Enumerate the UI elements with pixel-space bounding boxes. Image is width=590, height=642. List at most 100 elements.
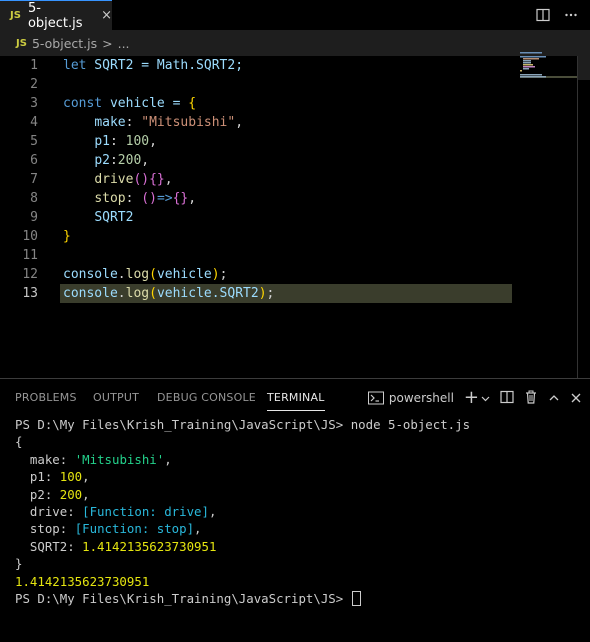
output-key: make: [15,451,75,467]
tab-debug-console[interactable]: DEBUG CONSOLE [157,379,256,417]
object: console [63,286,118,301]
breadcrumb: JS 5-object.js > ... [0,30,590,56]
chevron-right-icon: > [102,35,113,51]
terminal-line: 1.4142135623730951 [15,573,585,590]
paren: ( [149,267,157,282]
tab-problems[interactable]: PROBLEMS [15,379,77,417]
close-icon[interactable] [570,389,582,408]
breadcrumb-more[interactable]: ... [118,36,130,51]
code-line-2: 2 [0,75,520,94]
line-number: 1 [30,58,38,73]
punct: ; [219,267,228,282]
code-line-13: 13 console.log(vehicle.SQRT2); [0,284,520,303]
chevron-up-icon[interactable] [548,389,560,408]
tab-terminal[interactable]: TERMINAL [267,379,325,417]
keyword: const [63,96,103,111]
punct: ; [266,286,275,301]
breadcrumb-file[interactable]: 5-object.js [32,36,97,51]
panel-tabs: PROBLEMS OUTPUT DEBUG CONSOLE TERMINAL p… [0,379,590,417]
output-function: [Function: stop] [74,521,195,537]
scrollbar-thumb[interactable] [578,56,590,80]
line-number: 9 [30,210,38,225]
shell-label: powershell [388,391,454,405]
output-text: , [208,503,217,519]
property: make [94,115,126,130]
brace: { [188,96,197,111]
paren: ( [149,286,157,301]
tab-5-object-js[interactable]: JS 5-object.js × [0,0,112,31]
argument: vehicle [156,267,212,282]
terminal-output[interactable]: PS D:\My Files\Krish_Training\JavaScript… [15,416,585,607]
output-number: 1.4142135623730951 [82,538,217,554]
property: p1 [94,134,110,149]
terminal-selector[interactable]: powershell [367,391,454,405]
line-number: 8 [30,191,38,206]
js-file-icon: JS [16,37,27,49]
line-number: 3 [30,96,38,111]
output-key: p1: [15,469,60,485]
arrow: => [156,191,173,206]
line-number: 6 [30,153,38,168]
more-actions-icon[interactable] [564,8,578,22]
split-terminal-icon[interactable] [500,389,514,408]
terminal-line: make: 'Mitsubishi', [15,451,585,468]
function-name: log [125,286,150,301]
terminal-line: } [15,555,585,572]
bottom-panel: PROBLEMS OUTPUT DEBUG CONSOLE TERMINAL p… [0,378,590,642]
split-editor-icon[interactable] [536,8,550,22]
editor-tab-bar: JS 5-object.js × [0,0,590,31]
terminal-line: stop: [Function: stop], [15,520,585,537]
string: "Mitsubishi" [141,115,236,130]
punct: . [117,267,126,282]
output-text: , [194,521,202,537]
line-number: 10 [22,229,38,244]
output-number: 200 [59,486,83,502]
close-icon[interactable]: × [101,8,112,23]
function-name: stop [94,191,126,206]
editor-scrollbar[interactable] [577,56,590,378]
terminal-line: { [15,433,585,450]
output-string: 'Mitsubishi' [74,451,165,467]
code-line-11: 11 [0,246,520,265]
code-line-7: 7 drive(){}, [0,170,520,189]
paren: ) [258,286,267,301]
brace: {} [172,191,189,206]
output-number: 100 [59,469,83,485]
tab-output[interactable]: OUTPUT [93,379,139,417]
trash-icon[interactable] [524,389,538,408]
punct: , [141,153,150,168]
minimap[interactable] [520,52,580,92]
terminal-line: p2: 200, [15,486,585,503]
terminal-line: p1: 100, [15,468,585,485]
output-key: SQRT2: [15,538,83,554]
terminal-line: SQRT2: 1.4142135623730951 [15,538,585,555]
panel-actions: powershell + [367,379,582,417]
output-function: [Function: drive] [82,503,209,519]
code-line-3: 3 const vehicle = { [0,94,520,113]
line-number: 5 [30,134,38,149]
code-line-1: 1 let SQRT2 = Math.SQRT2; [0,56,520,75]
number: 100 [125,134,150,149]
number: 200 [117,153,142,168]
punct: , [235,115,244,130]
output-text: } [15,556,23,572]
output-key: p2: [15,486,60,502]
brace: } [63,229,71,244]
punct: : [109,153,118,168]
prompt: PS D:\My Files\Krish_Training\JavaScript… [15,590,351,606]
new-terminal-button[interactable]: + [464,389,490,407]
code-line-4: 4 make: "Mitsubishi", [0,113,520,132]
code-line-6: 6 p2:200, [0,151,520,170]
output-number: 1.4142135623730951 [15,573,150,589]
line-number: 2 [30,77,38,92]
line-number: 4 [30,115,38,130]
object: console [63,267,118,282]
paren: () [133,172,150,187]
terminal-line: drive: [Function: drive], [15,503,585,520]
punct: : [125,191,142,206]
keyword: let [63,58,87,73]
line-number: 11 [22,248,38,263]
code-editor[interactable]: 1 let SQRT2 = Math.SQRT2; 2 3 const vehi… [0,52,590,378]
punct: , [164,172,173,187]
output-text: , [82,469,90,485]
